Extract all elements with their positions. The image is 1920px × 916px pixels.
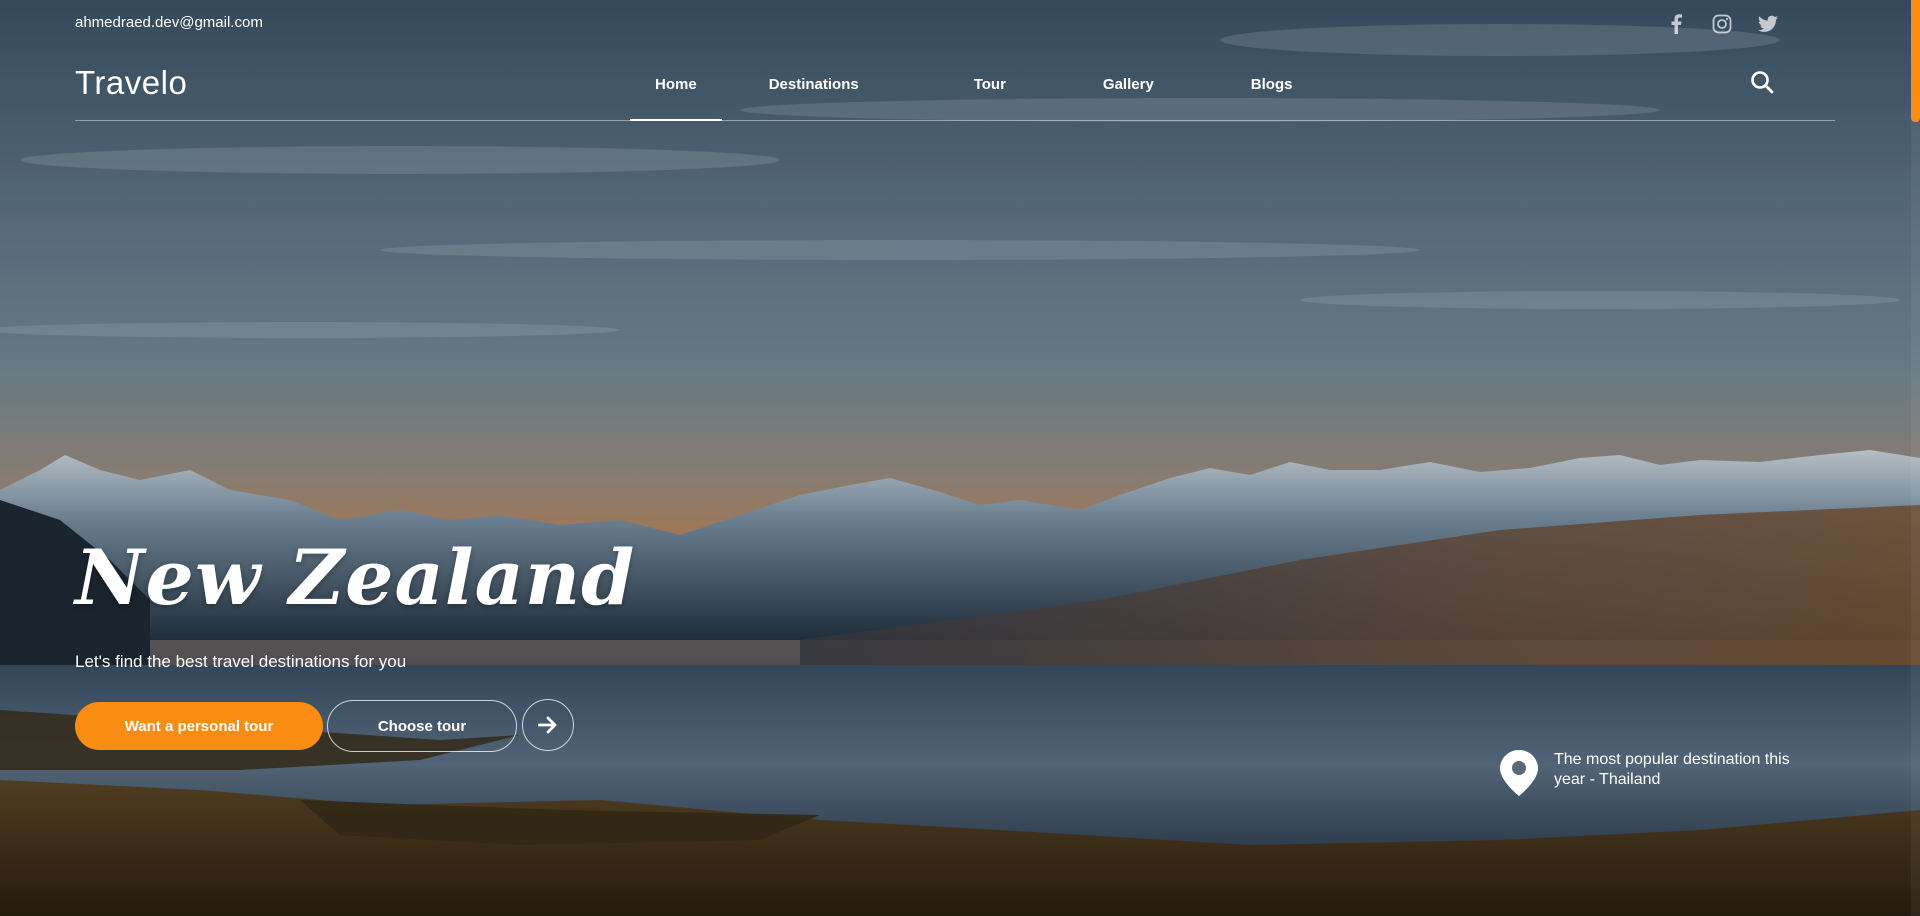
page-scrollbar[interactable] (1911, 0, 1920, 916)
scrollbar-thumb[interactable] (1911, 0, 1920, 122)
site-logo[interactable]: Travelo (75, 64, 187, 102)
popular-destination-text: The most popular destination this year -… (1554, 751, 1790, 788)
choose-tour-button[interactable]: Choose tour (327, 700, 517, 752)
hero-title: New Zealand (75, 533, 636, 622)
nav-destinations[interactable]: Destinations (769, 70, 859, 121)
nav-home[interactable]: Home (630, 70, 722, 121)
next-arrow-button[interactable] (522, 699, 574, 751)
personal-tour-button[interactable]: Want a personal tour (75, 702, 323, 750)
instagram-icon[interactable] (1712, 14, 1732, 34)
nav-tour[interactable]: Tour (974, 70, 1006, 121)
social-links (1666, 14, 1778, 34)
twitter-icon[interactable] (1758, 14, 1778, 34)
location-pin-icon (1500, 750, 1538, 796)
nav-gallery[interactable]: Gallery (1103, 70, 1154, 121)
contact-email[interactable]: ahmedraed.dev@gmail.com (75, 14, 263, 31)
arrow-right-icon (538, 716, 557, 734)
header-divider (75, 120, 1835, 121)
hero-subtitle: Let's find the best travel destinations … (75, 652, 407, 671)
popular-destination: The most popular destination this year -… (1500, 750, 1824, 796)
main-nav: Home Destinations Tour Gallery Blogs (630, 70, 1293, 121)
nav-blogs[interactable]: Blogs (1251, 70, 1293, 121)
facebook-icon[interactable] (1666, 14, 1686, 34)
search-icon[interactable] (1750, 70, 1774, 94)
